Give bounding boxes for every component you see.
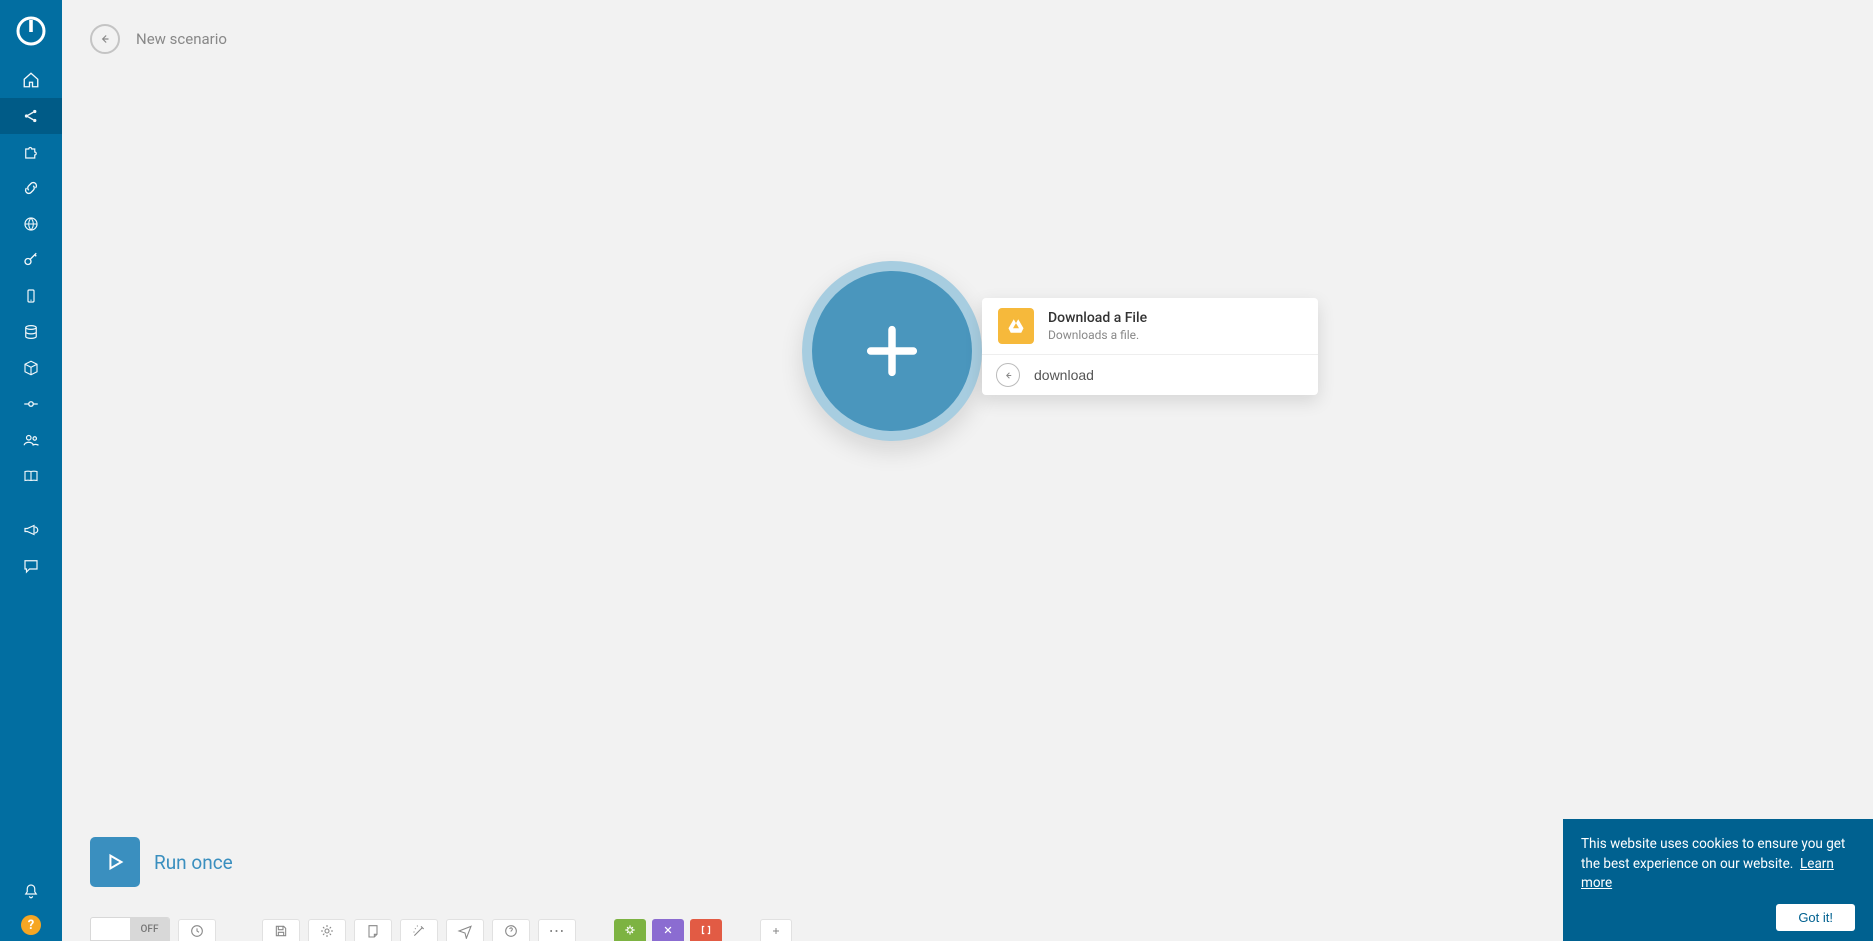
sidebar-item-link[interactable]: [0, 170, 62, 206]
dropdown-result-download-file[interactable]: Download a File Downloads a file.: [982, 298, 1318, 355]
dropdown-result-text: Download a File Downloads a file.: [1048, 310, 1147, 342]
gear-icon: [623, 923, 637, 937]
run-once-button[interactable]: [90, 837, 140, 887]
toggle-off-label: OFF: [130, 918, 169, 940]
more-icon: ⋯: [549, 923, 566, 939]
favorite-app-1[interactable]: [614, 919, 646, 941]
gear-icon: [319, 923, 335, 939]
puzzle-icon: [22, 143, 40, 161]
sidebar-item-puzzle[interactable]: [0, 134, 62, 170]
sidebar-items: [0, 62, 62, 584]
tool-more[interactable]: ⋯: [538, 919, 576, 941]
mobile-icon: [22, 287, 40, 305]
share-icon: [22, 107, 40, 125]
dropdown-result-subtitle: Downloads a file.: [1048, 328, 1147, 342]
link-icon: [22, 179, 40, 197]
arrow-left-icon: [1003, 370, 1014, 381]
help-button[interactable]: ?: [21, 915, 41, 935]
main-canvas[interactable]: New scenario Download a File Downloads a…: [62, 0, 1873, 941]
favorite-app-2[interactable]: [652, 919, 684, 941]
wand-icon: [411, 923, 427, 939]
chat-icon: [22, 557, 40, 575]
plus-icon: [860, 319, 924, 383]
dropdown-search-row: [982, 355, 1318, 395]
home-icon: [22, 71, 40, 89]
sidebar-item-key[interactable]: [0, 242, 62, 278]
sidebar-item-users[interactable]: [0, 422, 62, 458]
book-icon: [22, 467, 40, 485]
key-icon: [22, 251, 40, 269]
module-search-dropdown: Download a File Downloads a file.: [982, 298, 1318, 395]
add-favorite-button[interactable]: [760, 919, 792, 941]
favorite-app-3[interactable]: [690, 919, 722, 941]
tool-settings[interactable]: [308, 919, 346, 941]
tool-explain[interactable]: [446, 919, 484, 941]
run-area: Run once: [90, 837, 233, 887]
sidebar-item-share[interactable]: [0, 98, 62, 134]
google-drive-icon: [998, 308, 1034, 344]
module-search-input[interactable]: [1034, 367, 1304, 383]
sidebar-item-megaphone[interactable]: [0, 512, 62, 548]
play-icon: [104, 851, 126, 873]
tool-wand[interactable]: [400, 919, 438, 941]
sidebar-item-globe[interactable]: [0, 206, 62, 242]
globe-icon: [22, 215, 40, 233]
sidebar-item-node[interactable]: [0, 386, 62, 422]
tool-note[interactable]: [354, 919, 392, 941]
brackets-icon: [699, 923, 713, 937]
save-icon: [273, 923, 289, 939]
sidebar: ?: [0, 0, 62, 941]
plane-icon: [457, 923, 473, 939]
arrow-left-icon: [98, 32, 112, 46]
bottom-toolbar: OFF ⋯: [90, 917, 792, 941]
dropdown-back-button[interactable]: [996, 363, 1020, 387]
sidebar-item-book[interactable]: [0, 458, 62, 494]
plus-icon: [770, 925, 782, 937]
favorites-group: [614, 919, 722, 941]
header: New scenario: [90, 24, 227, 54]
add-module-button[interactable]: [802, 261, 982, 441]
cookie-accept-button[interactable]: Got it!: [1776, 904, 1855, 931]
sidebar-item-home[interactable]: [0, 62, 62, 98]
sidebar-item-cube[interactable]: [0, 350, 62, 386]
tool-save[interactable]: [262, 919, 300, 941]
page-title: New scenario: [136, 30, 227, 48]
cube-icon: [22, 359, 40, 377]
sidebar-item-chat[interactable]: [0, 548, 62, 584]
tools-icon: [661, 923, 675, 937]
sidebar-bottom: ?: [0, 873, 62, 941]
sidebar-item-database[interactable]: [0, 314, 62, 350]
sidebar-item-bell[interactable]: [0, 873, 62, 909]
database-icon: [22, 323, 40, 341]
add-module-inner: [812, 271, 972, 431]
run-once-label: Run once: [154, 851, 233, 874]
tool-clock[interactable]: [178, 919, 216, 941]
back-button[interactable]: [90, 24, 120, 54]
tool-help[interactable]: [492, 919, 530, 941]
megaphone-icon: [22, 521, 40, 539]
scheduling-toggle[interactable]: OFF: [90, 917, 170, 941]
note-icon: [365, 923, 381, 939]
logo[interactable]: [0, 0, 62, 62]
clock-icon: [189, 923, 205, 939]
node-icon: [22, 395, 40, 413]
bell-icon: [22, 882, 40, 900]
dropdown-result-title: Download a File: [1048, 310, 1147, 326]
sidebar-item-mobile[interactable]: [0, 278, 62, 314]
cookie-banner: This website uses cookies to ensure you …: [1563, 819, 1873, 941]
help-icon: [503, 923, 519, 939]
users-icon: [22, 431, 40, 449]
